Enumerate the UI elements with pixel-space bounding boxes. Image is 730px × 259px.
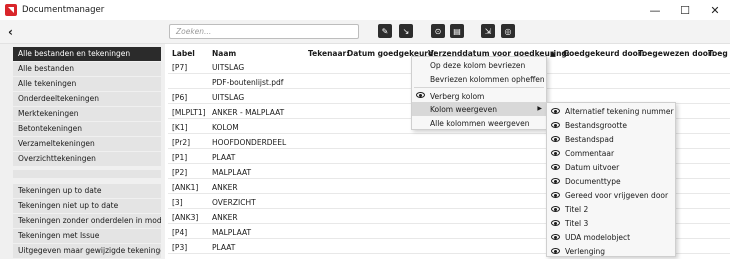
submenu-arrow-icon: ▶ <box>537 105 542 112</box>
cell-name: KOLOM <box>212 123 239 132</box>
menu-separator <box>414 87 544 88</box>
cell-name: MALPLAAT <box>212 228 252 237</box>
submenu-item[interactable]: Titel 2 <box>547 202 675 216</box>
sidebar-item-with-issue[interactable]: Tekeningen met Issue <box>13 229 161 243</box>
minimize-button[interactable]: — <box>640 0 670 20</box>
menu-item-unfreeze-columns[interactable]: Bevriezen kolommen opheffen <box>412 72 546 86</box>
menu-item-freeze-column[interactable]: Op deze kolom bevriezen <box>412 58 546 72</box>
cell-label: [Pr2] <box>172 138 191 147</box>
title-bar: Documentmanager — ☐ ✕ <box>0 0 730 20</box>
cell-name: OVERZICHT <box>212 198 256 207</box>
column-header-assigned-by[interactable]: Toegewezen door: <box>638 49 715 58</box>
sidebar-item-part-drawings[interactable]: Onderdeeltekeningen <box>13 92 161 106</box>
sidebar-item-all-files[interactable]: Alle bestanden <box>13 62 161 76</box>
cell-label: [K1] <box>172 123 188 132</box>
edit-button[interactable]: ✎ <box>378 24 392 38</box>
sidebar-item-not-up-to-date[interactable]: Tekeningen niet up to date <box>13 199 161 213</box>
sidebar-item-up-to-date[interactable]: Tekeningen up to date <box>13 184 161 198</box>
cell-label: [P3] <box>172 243 188 252</box>
cell-name: PLAAT <box>212 243 236 252</box>
cell-name: MALPLAAT <box>212 168 252 177</box>
column-header-assigned-to[interactable]: Toeg <box>708 49 728 58</box>
cursor-button[interactable]: ↘ <box>399 24 413 38</box>
submenu-item[interactable]: Gereed voor vrijgeven door <box>547 188 675 202</box>
sidebar-divider <box>13 170 161 178</box>
menu-item-show-all-columns[interactable]: Alle kolommen weergeven <box>412 116 546 130</box>
maximize-button[interactable]: ☐ <box>670 0 700 20</box>
close-button[interactable]: ✕ <box>700 0 730 20</box>
column-context-menu: Op deze kolom bevriezen Bevriezen kolomm… <box>411 56 547 130</box>
sidebar-item-issued-changed[interactable]: Uitgegeven maar gewijzigde tekeningen <box>13 244 161 258</box>
menu-item-show-columns[interactable]: Kolom weergeven ▶ <box>412 102 546 116</box>
submenu-item[interactable]: Bestandspad <box>547 132 675 146</box>
sidebar-item-overview-drawings[interactable]: Overzichttekeningen <box>13 152 161 166</box>
sidebar: Alle bestanden en tekeningen Alle bestan… <box>0 44 165 259</box>
sidebar-item-concrete-drawings[interactable]: Betontekeningen <box>13 122 161 136</box>
cell-label: [ANK3] <box>172 213 199 222</box>
cell-label: [ANK1] <box>172 183 199 192</box>
sidebar-item-all-files-drawings[interactable]: Alle bestanden en tekeningen <box>13 47 161 61</box>
cell-name: UITSLAG <box>212 93 245 102</box>
cell-label: [3] <box>172 198 183 207</box>
column-header-drafter[interactable]: Tekenaar: <box>308 49 349 58</box>
window-title: Documentmanager <box>22 5 105 15</box>
submenu-item[interactable]: Titel 3 <box>547 216 675 230</box>
cell-label: [P2] <box>172 168 188 177</box>
list-button[interactable]: ▤ <box>450 24 464 38</box>
submenu-item[interactable]: UDA modelobject <box>547 230 675 244</box>
cell-name: HOOFDONDERDEEL <box>212 138 287 147</box>
search-input[interactable]: Zoeken... <box>169 24 359 39</box>
properties-button[interactable]: ⊙ <box>431 24 445 38</box>
cell-name: ANKER <box>212 213 238 222</box>
cell-name: UITSLAG <box>212 63 245 72</box>
target-button[interactable]: ◎ <box>501 24 515 38</box>
cell-label: [P6] <box>172 93 188 102</box>
submenu-item[interactable]: Documenttype <box>547 174 675 188</box>
sort-ascending-icon: ▲ <box>550 49 556 58</box>
cell-name: PDF-boutenlijst.pdf <box>212 78 284 87</box>
sidebar-item-collection-drawings[interactable]: Verzameltekeningen <box>13 137 161 151</box>
sidebar-item-all-drawings[interactable]: Alle tekeningen <box>13 77 161 91</box>
submenu-item[interactable]: Commentaar <box>547 146 675 160</box>
sidebar-item-mark-drawings[interactable]: Merktekeningen <box>13 107 161 121</box>
sidebar-item-no-parts[interactable]: Tekeningen zonder onderdelen in model <box>13 214 161 228</box>
cell-name: ANKER - MALPLAAT <box>212 108 285 117</box>
column-header-approved-by[interactable]: Goedgekeurd door: <box>563 49 644 58</box>
export-button[interactable]: ⇲ <box>481 24 495 38</box>
cell-label: [P7] <box>172 63 188 72</box>
submenu-item[interactable]: Bestandsgrootte <box>547 118 675 132</box>
cell-name: PLAAT <box>212 153 236 162</box>
submenu-item[interactable]: Alternatief tekening nummer <box>547 104 675 118</box>
column-header-name[interactable]: Naam <box>212 49 236 58</box>
cell-label: [MLPLT1] <box>172 108 206 117</box>
column-header-label[interactable]: Label <box>172 49 195 58</box>
menu-item-show-columns-label: Kolom weergeven <box>430 105 497 114</box>
app-logo-icon <box>5 4 17 16</box>
cell-label: [P1] <box>172 153 188 162</box>
cell-name: ANKER <box>212 183 238 192</box>
back-chevron-icon[interactable]: ‹ <box>8 25 13 39</box>
submenu-item[interactable]: Verlenging <box>547 244 675 258</box>
submenu-item[interactable]: Datum uitvoer <box>547 160 675 174</box>
toolbar: ‹ Zoeken... ✎ ↘ ⊙ ▤ ⇲ ◎ <box>0 20 730 44</box>
menu-item-hide-column[interactable]: Verberg kolom <box>412 89 546 103</box>
show-columns-submenu: Alternatief tekening nummer Bestandsgroo… <box>546 102 676 257</box>
cell-label: [P4] <box>172 228 188 237</box>
